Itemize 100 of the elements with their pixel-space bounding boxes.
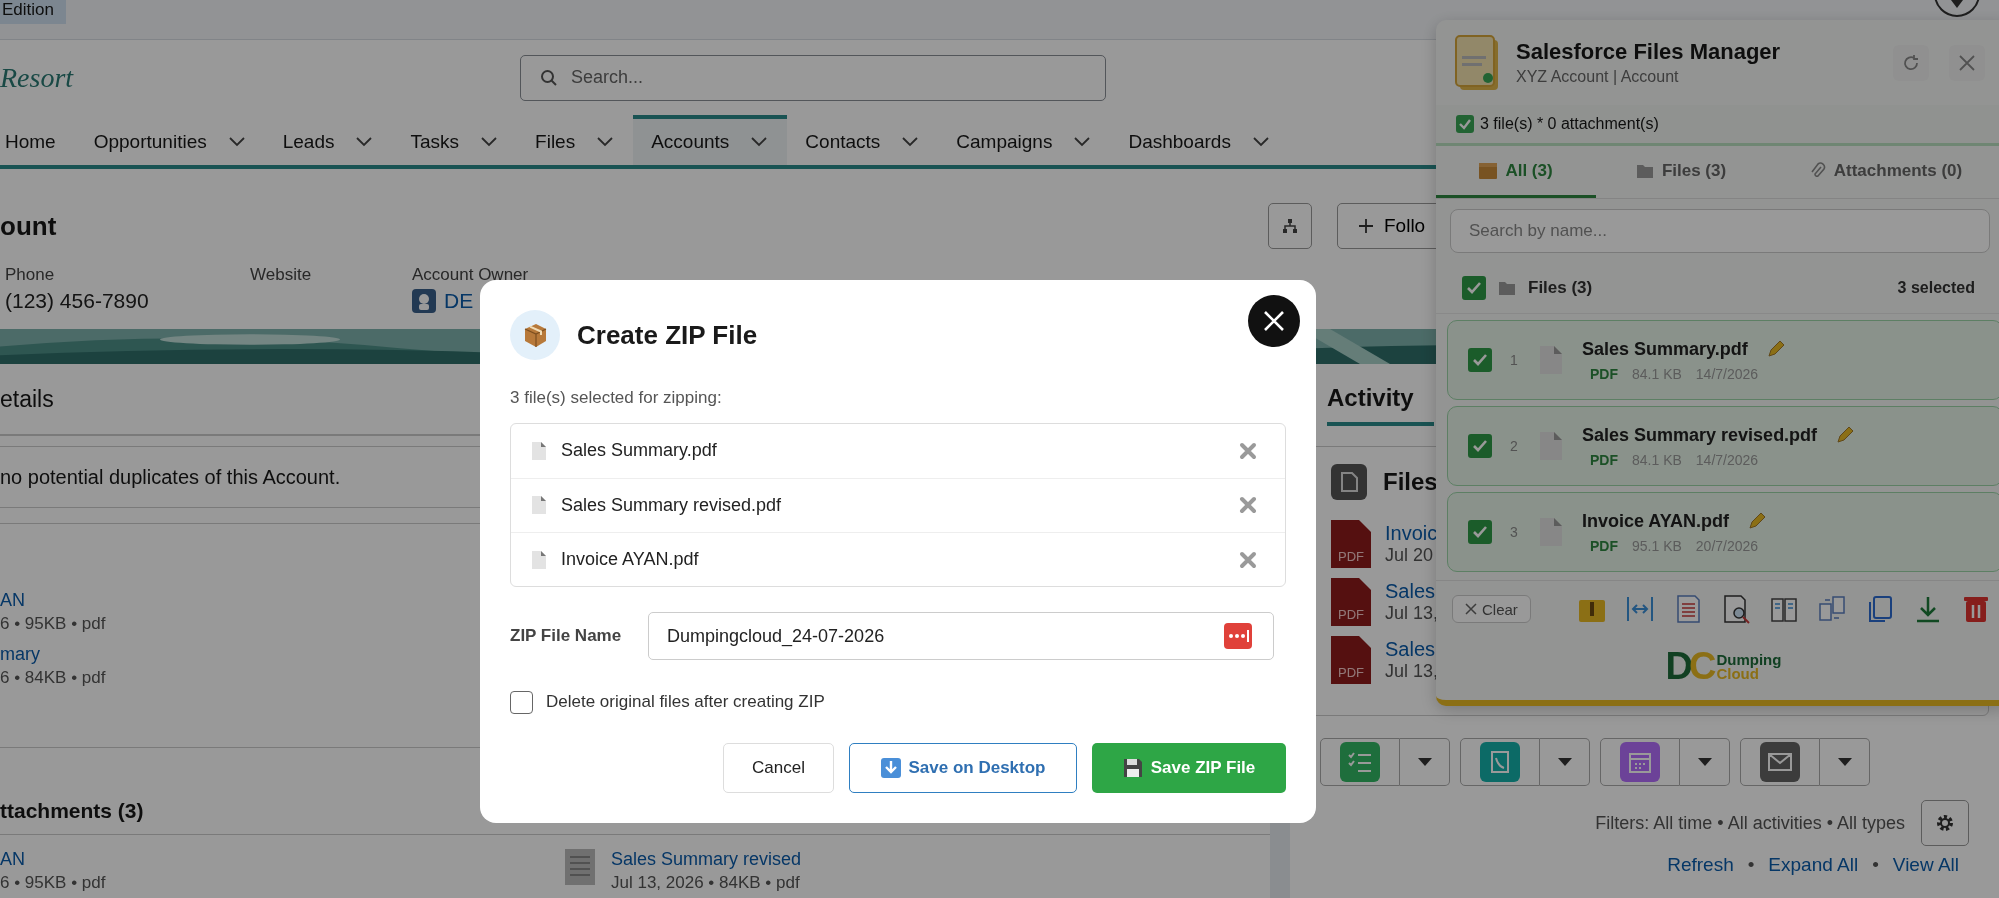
file-link[interactable]: Sales Summary revised: [611, 849, 802, 870]
calendar-button[interactable]: [1600, 738, 1680, 786]
chevron-icon: [228, 137, 245, 147]
link[interactable]: View All: [1892, 854, 1959, 876]
file-link[interactable]: AN: [0, 849, 25, 870]
nav-tab[interactable]: Home: [0, 115, 76, 165]
nav-tab[interactable]: Dashboards: [1110, 115, 1289, 165]
nav-tab[interactable]: Campaigns: [938, 115, 1111, 165]
document-icon: [1538, 430, 1564, 462]
dropdown-button[interactable]: [1933, 0, 1981, 18]
search-field[interactable]: Search...: [520, 54, 1106, 101]
convert-icon[interactable]: [1816, 594, 1847, 624]
file-name: Sales Summary.pdf: [1582, 338, 1748, 360]
checkbox[interactable]: [510, 690, 533, 714]
file-meta: 6 • 95KB • pdf: [0, 873, 106, 893]
pencil-icon[interactable]: [1835, 425, 1856, 445]
file-name: Sales Summary.pdf: [561, 440, 718, 462]
remove-icon[interactable]: [1239, 550, 1257, 569]
autofill-icon[interactable]: [1224, 623, 1252, 649]
nav-tab[interactable]: Tasks: [392, 115, 518, 165]
files-icon: [1331, 464, 1367, 500]
chevron-icon: [1074, 137, 1091, 147]
pencil-icon[interactable]: [1765, 339, 1786, 359]
nav-tab[interactable]: Leads: [264, 115, 393, 165]
field-value: (123) 456-7890: [5, 289, 149, 313]
clear-button[interactable]: Clear: [1452, 595, 1531, 623]
nav-tab[interactable]: Opportunities: [75, 115, 265, 165]
file-type: PDF: [1590, 365, 1618, 382]
package-icon: [510, 310, 560, 360]
field-label: Website: [250, 265, 313, 285]
paperclip-icon: [1809, 161, 1826, 180]
user-avatar-icon: [412, 289, 436, 313]
checkbox[interactable]: [1462, 276, 1486, 300]
file-link[interactable]: Sales: [1385, 580, 1439, 603]
dropdown-button[interactable]: [1820, 738, 1870, 786]
remove-icon[interactable]: [1239, 496, 1257, 515]
file-link[interactable]: mary: [0, 644, 40, 665]
remove-icon[interactable]: [1239, 441, 1257, 460]
merge-icon[interactable]: [1624, 594, 1655, 624]
caret-icon: [1696, 757, 1713, 767]
row-number: 2: [1510, 438, 1519, 454]
refresh-button[interactable]: [1893, 44, 1929, 81]
file-link[interactable]: AN: [0, 590, 25, 611]
file-name-field[interactable]: Dumpingcloud_24-07-2026: [648, 612, 1274, 660]
checkbox[interactable]: [1468, 348, 1492, 372]
download-icon: [880, 758, 901, 778]
nav-tab[interactable]: Files: [517, 115, 634, 165]
nav-tab[interactable]: Accounts: [633, 115, 788, 165]
caret-icon: [1416, 757, 1433, 767]
dropdown-button[interactable]: [1680, 738, 1730, 786]
nav-tab[interactable]: Contacts: [787, 115, 939, 165]
file-link[interactable]: Sales: [1385, 638, 1439, 661]
file-name: Invoice AYAN.pdf: [561, 549, 700, 571]
gear-icon: [1934, 812, 1956, 834]
chevron-icon: [597, 137, 614, 147]
link[interactable]: Expand All: [1768, 854, 1859, 876]
phone-button[interactable]: [1460, 738, 1540, 786]
search-field[interactable]: Search by name...: [1450, 209, 1990, 253]
folder-icon: [1635, 162, 1654, 179]
separator: •: [1872, 854, 1879, 876]
tab[interactable]: Activity: [1327, 384, 1434, 426]
document-icon: [531, 440, 547, 461]
tab[interactable]: etails: [0, 385, 54, 413]
tab[interactable]: Attachments (0): [1766, 146, 1999, 198]
folder-icon: [1498, 280, 1516, 296]
pencil-icon[interactable]: [1747, 511, 1768, 531]
field-label: Account Owner: [412, 265, 530, 285]
selection-summary: 3 file(s) selected for zipping:: [510, 387, 723, 409]
close-button[interactable]: [1248, 295, 1300, 347]
row-number: 1: [1510, 352, 1519, 368]
hierarchy-button[interactable]: [1268, 203, 1312, 249]
chevron-icon: [356, 137, 373, 147]
settings-button[interactable]: [1921, 800, 1969, 846]
tab[interactable]: Files (3): [1596, 146, 1766, 198]
file-date: Jul 13,: [1385, 661, 1439, 682]
checklist-button[interactable]: [1320, 738, 1400, 786]
tab[interactable]: All (3): [1436, 146, 1596, 198]
close-icon: [1465, 603, 1477, 615]
group-label: Files (3): [1528, 278, 1593, 298]
checkbox[interactable]: [1468, 434, 1492, 458]
checkbox[interactable]: [1468, 520, 1492, 544]
dropdown-button[interactable]: [1400, 738, 1450, 786]
document-icon: [531, 549, 547, 570]
cancel-button[interactable]: Cancel: [723, 743, 834, 793]
document-icon: [565, 849, 595, 885]
file-name: Sales Summary revised.pdf: [561, 494, 783, 516]
pdf-icon: PDF: [1331, 520, 1371, 568]
file-name: Sales Summary revised.pdf: [1582, 424, 1818, 446]
link[interactable]: Refresh: [1667, 854, 1734, 876]
file-link[interactable]: Invoic: [1385, 522, 1438, 545]
save-button[interactable]: Save ZIP File: [1092, 743, 1286, 793]
field-label: ZIP File Name: [510, 626, 623, 646]
logo-text: Resort: [0, 61, 75, 94]
chevron-icon: [481, 137, 498, 147]
email-button[interactable]: [1740, 738, 1820, 786]
dropdown-button[interactable]: [1540, 738, 1590, 786]
file-name: Invoice AYAN.pdf: [1582, 510, 1730, 532]
refresh-icon: [1902, 53, 1920, 72]
selection-count: 3 selected: [1897, 279, 1975, 297]
save-desktop-button[interactable]: Save on Desktop: [849, 743, 1077, 793]
